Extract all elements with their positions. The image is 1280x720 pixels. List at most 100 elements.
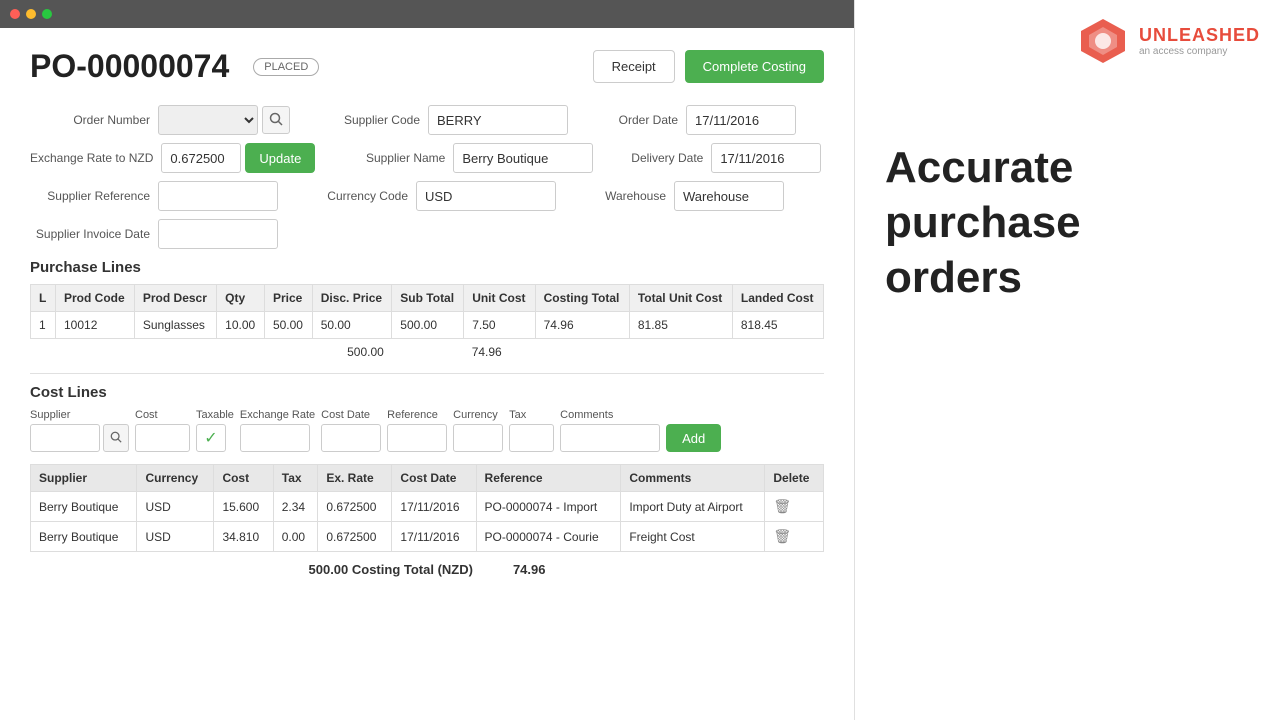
cost-supplier-search-button[interactable]: [103, 424, 129, 452]
order-number-search-button[interactable]: [262, 106, 290, 134]
cost-cell-delete-1[interactable]: 🗑: [765, 492, 824, 522]
cost-form-group: Cost: [135, 409, 190, 452]
exchange-rate-form-label: Exchange Rate: [240, 409, 315, 421]
cost-date-form-label: Cost Date: [321, 409, 381, 421]
delete-icon-2[interactable]: 🗑: [773, 528, 791, 544]
cost-cell-cost-date-1: 17/11/2016: [392, 492, 476, 522]
cost-cell-supplier-2: Berry Boutique: [31, 522, 137, 552]
col-l: L: [31, 285, 56, 312]
reference-input[interactable]: [387, 424, 447, 452]
col-qty: Qty: [217, 285, 265, 312]
cost-col-currency: Currency: [137, 465, 214, 492]
supplier-code-label: Supplier Code: [320, 113, 420, 127]
footer-empty2: [535, 339, 732, 366]
exchange-rate-input[interactable]: 0.672500: [161, 143, 241, 173]
search-icon: [269, 112, 283, 126]
cell-qty: 10.00: [217, 312, 265, 339]
delivery-date-input[interactable]: 17/11/2016: [711, 143, 821, 173]
cost-cell-cost-1: 15.600: [214, 492, 273, 522]
receipt-button[interactable]: Receipt: [593, 50, 675, 83]
brand-name: UNLEASHED: [1139, 25, 1260, 46]
col-prod-descr: Prod Descr: [134, 285, 216, 312]
cost-col-ex-rate: Ex. Rate: [318, 465, 392, 492]
cost-cell-tax-2: 0.00: [273, 522, 318, 552]
cost-col-comments: Comments: [621, 465, 765, 492]
add-button[interactable]: Add: [666, 424, 721, 452]
taxable-form-label: Taxable: [196, 409, 234, 421]
col-landed-cost: Landed Cost: [732, 285, 823, 312]
maximize-dot[interactable]: [42, 9, 52, 19]
cost-cell-ex-rate-1: 0.672500: [318, 492, 392, 522]
footer-sub-total: 500.00: [31, 339, 392, 366]
tagline-line2: orders: [885, 250, 1250, 305]
col-sub-total: Sub Total: [392, 285, 464, 312]
supplier-reference-label: Supplier Reference: [30, 189, 150, 203]
currency-code-input[interactable]: USD: [416, 181, 556, 211]
close-dot[interactable]: [10, 9, 20, 19]
cell-landed-cost: 818.45: [732, 312, 823, 339]
reference-form-label: Reference: [387, 409, 447, 421]
complete-costing-button[interactable]: Complete Costing: [685, 50, 824, 83]
exchange-rate-label: Exchange Rate to NZD: [30, 151, 153, 165]
comments-input[interactable]: [560, 424, 660, 452]
cost-supplier-input[interactable]: [30, 424, 100, 452]
cost-cell-supplier-1: Berry Boutique: [31, 492, 137, 522]
title-bar: [0, 0, 854, 28]
update-button[interactable]: Update: [245, 143, 315, 173]
supplier-code-input[interactable]: BERRY: [428, 105, 568, 135]
delivery-date-label: Delivery Date: [623, 151, 703, 165]
cost-lines-section: Cost Lines Supplier: [30, 384, 824, 577]
cost-col-supplier: Supplier: [31, 465, 137, 492]
status-badge: PLACED: [253, 58, 319, 76]
purchase-lines-table: L Prod Code Prod Descr Qty Price Disc. P…: [30, 284, 824, 365]
cost-exchange-rate-input[interactable]: [240, 424, 310, 452]
currency-form-group: Currency: [453, 409, 503, 452]
cost-cell-comments-2: Freight Cost: [621, 522, 765, 552]
cost-cell-delete-2[interactable]: 🗑: [765, 522, 824, 552]
col-price: Price: [264, 285, 312, 312]
comments-form-group: Comments: [560, 409, 660, 452]
logo-icon: [1077, 15, 1129, 67]
supplier-invoice-date-input[interactable]: [158, 219, 278, 249]
order-number-label: Order Number: [30, 113, 150, 127]
cost-date-input[interactable]: [321, 424, 381, 452]
brand-sub: an access company: [1139, 46, 1260, 57]
cell-disc-price: 50.00: [312, 312, 392, 339]
costing-total-row: 500.00 Costing Total (NZD) 74.96: [30, 562, 824, 577]
cost-cell-currency-2: USD: [137, 522, 214, 552]
warehouse-label: Warehouse: [586, 189, 666, 203]
cell-unit-cost: 7.50: [464, 312, 535, 339]
cell-total-unit-cost: 81.85: [629, 312, 732, 339]
cost-cell-ex-rate-2: 0.672500: [318, 522, 392, 552]
po-header: PO-00000074 PLACED Receipt Complete Cost…: [30, 48, 824, 85]
supplier-reference-input[interactable]: [158, 181, 278, 211]
col-costing-total: Costing Total: [535, 285, 629, 312]
currency-code-label: Currency Code: [308, 189, 408, 203]
warehouse-input[interactable]: Warehouse: [674, 181, 784, 211]
cell-price: 50.00: [264, 312, 312, 339]
cost-input[interactable]: [135, 424, 190, 452]
po-number: PO-00000074: [30, 48, 229, 85]
col-total-unit-cost: Total Unit Cost: [629, 285, 732, 312]
brand-logo: UNLEASHED an access company: [1077, 15, 1260, 67]
currency-input[interactable]: [453, 424, 503, 452]
order-date-input[interactable]: 17/11/2016: [686, 105, 796, 135]
cost-cell-currency-1: USD: [137, 492, 214, 522]
reference-form-group: Reference: [387, 409, 447, 452]
order-number-select[interactable]: [158, 105, 258, 135]
cost-row-2: Berry Boutique USD 34.810 0.00 0.672500 …: [31, 522, 824, 552]
taxable-checkbox[interactable]: ✓: [196, 424, 226, 452]
tagline-container: Accurate purchase orders: [885, 140, 1250, 305]
minimize-dot[interactable]: [26, 9, 36, 19]
brand-text: UNLEASHED an access company: [1139, 25, 1260, 57]
footer-empty1: [392, 339, 464, 366]
col-prod-code: Prod Code: [56, 285, 135, 312]
cost-col-tax: Tax: [273, 465, 318, 492]
supplier-name-input[interactable]: Berry Boutique: [453, 143, 593, 173]
tax-input[interactable]: [509, 424, 554, 452]
delete-icon-1[interactable]: 🗑: [773, 498, 791, 514]
cost-cell-tax-1: 2.34: [273, 492, 318, 522]
purchase-lines-title: Purchase Lines: [30, 259, 824, 276]
costing-total-label: 500.00 Costing Total (NZD): [309, 562, 473, 577]
order-date-label: Order Date: [598, 113, 678, 127]
